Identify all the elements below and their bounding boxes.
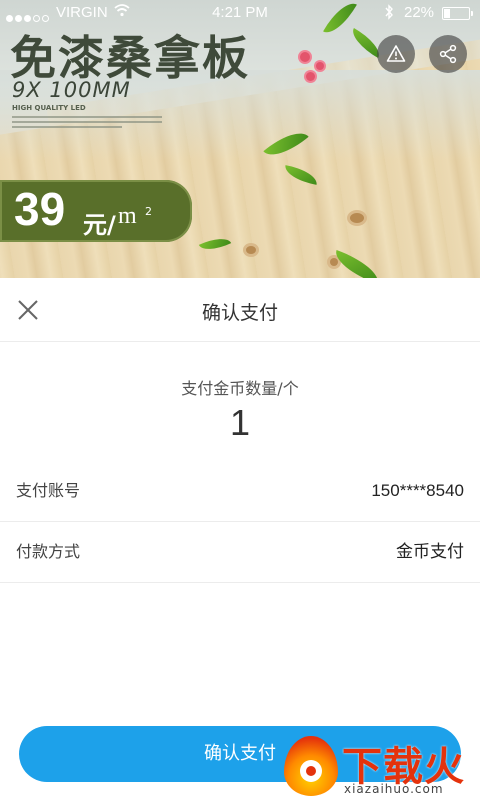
amount-label: 支付金币数量/个 <box>181 379 299 398</box>
share-icon <box>439 44 457 64</box>
sheet-header: 确认支付 <box>0 278 480 342</box>
warning-icon <box>386 45 406 62</box>
bluetooth-icon <box>384 4 394 23</box>
amount-value: 1 <box>229 402 251 443</box>
report-button[interactable] <box>377 35 415 73</box>
price-value: 39 <box>14 183 66 235</box>
battery-percent: 22% <box>404 4 435 21</box>
battery-icon <box>442 7 473 20</box>
flower-image <box>300 52 310 62</box>
payment-method-label: 付款方式 <box>16 542 81 561</box>
payment-sheet: 确认支付 支付金币数量/个 1 支付账号 150****8540 付款方式 金币… <box>0 278 480 800</box>
account-label: 支付账号 <box>16 481 81 500</box>
price-area-unit: m <box>118 203 137 229</box>
flower-image <box>316 62 324 70</box>
watermark: 下载火 xiazaihuo.com <box>282 734 480 800</box>
watermark-url: xiazaihuo.com <box>344 782 444 796</box>
price-unit: 元/ <box>83 211 116 239</box>
account-row: 支付账号 150****8540 <box>0 460 480 522</box>
wood-knot <box>350 213 364 223</box>
brand-logo-icon <box>284 736 338 796</box>
share-button[interactable] <box>429 35 467 73</box>
flower-image <box>306 72 315 81</box>
banner-subtitle: 9X 100MM <box>12 78 131 102</box>
wood-knot <box>246 246 256 254</box>
price-area-sup: 2 <box>145 205 152 218</box>
banner-fine-print <box>12 116 162 131</box>
payment-method-value: 金币支付 <box>396 542 464 561</box>
payment-method-row[interactable]: 付款方式 金币支付 <box>0 521 480 583</box>
divider <box>0 582 480 583</box>
status-bar: VIRGIN 4:21 PM 22% <box>0 0 480 26</box>
banner-tagline: HIGH QUALITY LED <box>12 104 86 112</box>
wood-knot <box>330 258 338 266</box>
sheet-title: 确认支付 <box>201 302 278 324</box>
account-value: 150****8540 <box>371 481 464 500</box>
